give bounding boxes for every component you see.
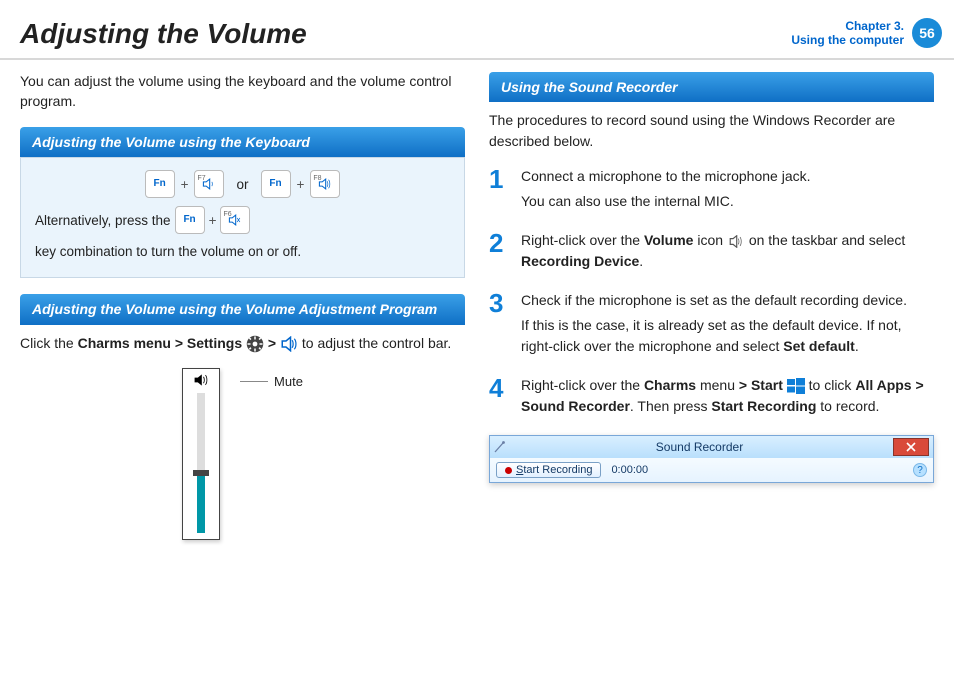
alt-post-text: key combination to turn the volume on or…	[35, 238, 301, 265]
s4-start: > Start	[739, 377, 783, 393]
chapter-block: Chapter 3. Using the computer 56	[791, 18, 942, 48]
charms-pre: Click the	[20, 335, 78, 351]
page-title: Adjusting the Volume	[20, 18, 307, 50]
step-body: Check if the microphone is set as the de…	[521, 290, 934, 361]
btn-rest: tart Recording	[523, 464, 592, 476]
plus-sign-3: +	[209, 207, 217, 234]
plus-sign: +	[181, 171, 189, 198]
step-number: 2	[489, 230, 509, 276]
charms-bold: Charms menu > Settings	[78, 335, 243, 351]
step-4: 4 Right-click over the Charms menu > Sta…	[489, 375, 934, 421]
plus-sign-2: +	[297, 171, 305, 198]
volume-slider-illustration: Mute	[20, 368, 465, 540]
f6-label: F6	[223, 208, 231, 222]
s2-recording-device: Recording Device	[521, 253, 639, 269]
step-number: 1	[489, 166, 509, 216]
volume-taskbar-icon	[727, 234, 745, 248]
section-heading-recorder: Using the Sound Recorder	[489, 72, 934, 102]
chapter-line2: Using the computer	[791, 33, 904, 47]
f7-key: F7	[194, 170, 224, 198]
fn-key-2: Fn	[261, 170, 291, 198]
s4-mid2: to click	[809, 377, 856, 393]
s4-post: to record.	[816, 398, 879, 414]
chapter-line1: Chapter 3.	[791, 19, 904, 33]
start-recording-button[interactable]: Start Recording	[496, 462, 601, 478]
step-2: 2 Right-click over the Volume icon on th…	[489, 230, 934, 276]
step-body: Right-click over the Volume icon on the …	[521, 230, 934, 276]
callout-line	[240, 381, 268, 382]
sound-recorder-toolbar: Start Recording 0:00:00 ?	[490, 458, 933, 482]
section-heading-program: Adjusting the Volume using the Volume Ad…	[20, 294, 465, 324]
f8-key: F8	[310, 170, 340, 198]
step1-line1: Connect a microphone to the microphone j…	[521, 166, 934, 187]
fn-key: Fn	[145, 170, 175, 198]
speaker-mute-icon	[193, 373, 209, 389]
sound-recorder-titlebar: Sound Recorder	[490, 436, 933, 458]
f7-label: F7	[197, 172, 205, 186]
right-column: Using the Sound Recorder The procedures …	[489, 72, 934, 540]
step1-line2: You can also use the internal MIC.	[521, 191, 934, 212]
mute-text: Mute	[274, 374, 303, 389]
microphone-icon	[494, 441, 506, 453]
volume-slider-panel	[182, 368, 220, 540]
step-1: 1 Connect a microphone to the microphone…	[489, 166, 934, 216]
s4-mid3: . Then press	[630, 398, 711, 414]
f6-key: F6	[220, 206, 250, 234]
recording-time: 0:00:00	[611, 464, 648, 476]
step-3: 3 Check if the microphone is set as the …	[489, 290, 934, 361]
alt-pre-text: Alternatively, press the	[35, 207, 171, 234]
keyboard-shortcut-box: Fn + F7 or Fn + F8 Alternatively, press …	[20, 157, 465, 278]
step-number: 3	[489, 290, 509, 361]
mute-callout: Mute	[240, 374, 303, 389]
s2-post: on the taskbar and select	[745, 232, 905, 248]
s2-dot: .	[639, 253, 643, 269]
volume-speaker-icon	[280, 337, 298, 351]
left-column: You can adjust the volume using the keyb…	[20, 72, 465, 540]
charms-post: to adjust the control bar.	[302, 335, 451, 351]
s3-line1: Check if the microphone is set as the de…	[521, 290, 934, 311]
f8-label: F8	[313, 172, 321, 186]
page-header: Adjusting the Volume Chapter 3. Using th…	[0, 0, 954, 60]
s4-mid1: menu	[696, 377, 739, 393]
settings-gear-icon	[246, 335, 264, 353]
sound-recorder-title: Sound Recorder	[506, 440, 893, 454]
step-number: 4	[489, 375, 509, 421]
charms-instruction: Click the Charms menu > Settings > to ad…	[20, 333, 465, 354]
s2-mid: icon	[693, 232, 726, 248]
s4-pre: Right-click over the	[521, 377, 644, 393]
volume-handle	[193, 470, 209, 476]
s4-charms: Charms	[644, 377, 696, 393]
s2-pre: Right-click over the	[521, 232, 644, 248]
step-body: Right-click over the Charms menu > Start…	[521, 375, 934, 421]
s3-setdefault: Set default	[783, 338, 855, 354]
section-heading-keyboard: Adjusting the Volume using the Keyboard	[20, 127, 465, 157]
page-number-badge: 56	[912, 18, 942, 48]
step-body: Connect a microphone to the microphone j…	[521, 166, 934, 216]
s3-post: .	[855, 338, 859, 354]
help-button[interactable]: ?	[913, 463, 927, 477]
volume-track	[197, 393, 205, 533]
close-button[interactable]	[893, 438, 929, 456]
charms-separator: >	[268, 335, 280, 351]
chapter-label: Chapter 3. Using the computer	[791, 19, 904, 48]
volume-fill	[197, 470, 205, 533]
sound-recorder-window: Sound Recorder Start Recording 0:00:00 ?	[489, 435, 934, 483]
or-text: or	[236, 171, 248, 198]
s4-startrec: Start Recording	[711, 398, 816, 414]
s2-volume: Volume	[644, 232, 694, 248]
fn-key-3: Fn	[175, 206, 205, 234]
windows-start-icon	[787, 377, 805, 395]
recorder-intro: The procedures to record sound using the…	[489, 110, 934, 152]
record-dot-icon	[505, 467, 512, 474]
intro-text: You can adjust the volume using the keyb…	[20, 72, 465, 111]
